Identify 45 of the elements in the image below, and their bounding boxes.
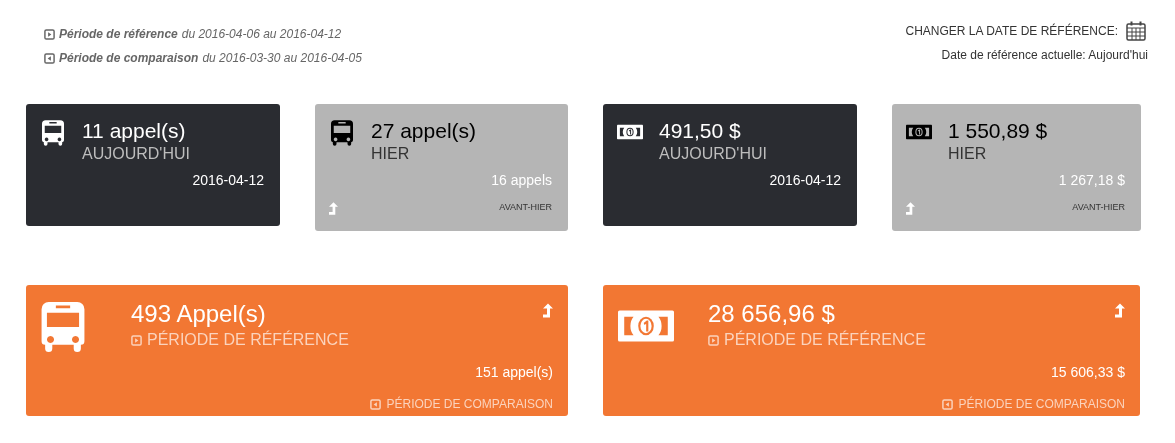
card-detail: 2016-04-12 (769, 171, 842, 190)
card-value: 1 550,89 $ (948, 118, 1048, 144)
card-value: 11 appel(s) (82, 118, 187, 144)
banknote-icon (906, 124, 932, 140)
card-label: HIER (371, 144, 411, 164)
bus-icon (41, 302, 85, 352)
back-icon (44, 52, 55, 64)
card-value: 491,50 $ (659, 118, 742, 144)
card-value: 27 appel(s) (371, 118, 477, 144)
card-detail: 16 appels (491, 171, 553, 190)
period-range: du 2016-04-06 au 2016-04-12 (181, 26, 342, 43)
card-footer: AVANT-HIER (499, 201, 552, 215)
card-label: AUJOURD'HUI (82, 144, 190, 164)
card-detail: 1 267,18 $ (1058, 171, 1126, 190)
summary-value: 28 656,96 $ (708, 300, 836, 328)
current-date-text: Date de référence actuelle: Aujourd'hui (941, 47, 1148, 64)
card-label: AUJOURD'HUI (659, 144, 767, 164)
card-footer: AVANT-HIER (1072, 201, 1125, 215)
card-detail: 2016-04-12 (192, 171, 265, 190)
banknote-icon (618, 308, 674, 344)
calendar-button[interactable] (1126, 20, 1148, 42)
bus-icon (331, 120, 353, 146)
comparison-value: 15 606,33 $ (1051, 363, 1125, 382)
banknote-icon (617, 124, 643, 140)
play-icon (708, 334, 719, 346)
comparison-label: PÉRIODE DE COMPARAISON (958, 395, 1125, 413)
reference-label: PÉRIODE DE RÉFÉRENCE (147, 329, 349, 350)
play-icon (131, 334, 142, 346)
period-label: Période de référence (59, 26, 178, 43)
comparison-label: PÉRIODE DE COMPARAISON (386, 395, 553, 413)
bus-icon (42, 120, 64, 146)
turn-up-arrow-icon (1115, 303, 1125, 318)
turn-up-arrow-icon (543, 303, 553, 318)
comparison-value: 151 appel(s) (475, 363, 553, 382)
summary-value: 493 Appel(s) (131, 300, 267, 328)
card-label: HIER (948, 144, 988, 164)
reference-label: PÉRIODE DE RÉFÉRENCE (724, 329, 926, 350)
turn-up-arrow-icon (329, 201, 338, 215)
turn-up-arrow-icon (906, 201, 915, 215)
period-label: Période de comparaison (59, 50, 199, 67)
play-icon (44, 28, 55, 40)
back-icon (941, 398, 953, 410)
period-range: du 2016-03-30 au 2016-04-05 (202, 50, 362, 67)
back-icon (369, 398, 381, 410)
change-date-label: CHANGER LA DATE DE RÉFÉRENCE: (905, 22, 1118, 40)
